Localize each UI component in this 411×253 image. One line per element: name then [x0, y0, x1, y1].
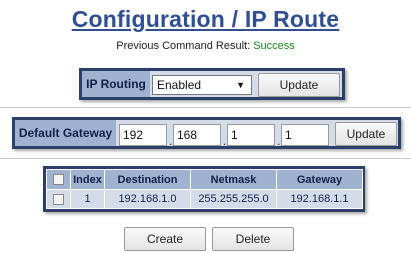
octet-separator: .: [169, 134, 173, 148]
row-checkbox[interactable]: [53, 193, 64, 205]
command-result-value: Success: [253, 40, 295, 52]
cell-index: 1: [70, 189, 105, 209]
default-gateway-panel: Default Gateway 192 . 168 . 1 . 1 Update: [12, 117, 401, 149]
row-select-cell: [46, 189, 71, 209]
column-header-netmask: Netmask: [190, 169, 277, 190]
delete-button[interactable]: Delete: [212, 227, 294, 251]
column-header-destination: Destination: [104, 169, 191, 190]
octet-separator: .: [223, 134, 227, 148]
column-header-index: Index: [70, 169, 105, 190]
cell-netmask: 255.255.255.0: [190, 189, 277, 209]
cell-destination: 192.168.1.0: [104, 189, 191, 209]
octet-separator: .: [277, 134, 281, 148]
page-title: Configuration / IP Route: [71, 6, 340, 32]
ip-routing-selected: Enabled: [157, 78, 202, 92]
routes-table: Index Destination Netmask Gateway 1 192.…: [46, 169, 363, 209]
column-header-gateway: Gateway: [276, 169, 363, 190]
gateway-octet-1[interactable]: 192: [119, 124, 167, 146]
ip-routing-select[interactable]: Enabled ▼: [152, 75, 252, 95]
default-gateway-label: Default Gateway: [15, 120, 116, 146]
create-button[interactable]: Create: [124, 227, 206, 251]
select-all-checkbox[interactable]: [53, 174, 64, 186]
command-result-label: Previous Command Result:: [116, 40, 254, 52]
table-row: 1 192.168.1.0 255.255.255.0 192.168.1.1: [46, 189, 363, 209]
select-all-cell: [46, 169, 71, 190]
chevron-down-icon: ▼: [236, 80, 245, 90]
table-header-row: Index Destination Netmask Gateway: [46, 169, 363, 190]
gateway-octet-2[interactable]: 168: [173, 124, 221, 146]
ip-routing-panel: IP Routing Enabled ▼ Update: [79, 68, 345, 100]
divider: [0, 158, 411, 159]
ip-routing-label: IP Routing: [82, 71, 150, 97]
cell-gateway: 192.168.1.1: [276, 189, 363, 209]
ip-routing-update-button[interactable]: Update: [258, 73, 340, 97]
gateway-octet-4[interactable]: 1: [281, 124, 329, 146]
command-result: Previous Command Result: Success: [0, 40, 411, 52]
default-gateway-update-button[interactable]: Update: [335, 122, 397, 146]
divider: [0, 107, 411, 108]
gateway-octet-3[interactable]: 1: [227, 124, 275, 146]
